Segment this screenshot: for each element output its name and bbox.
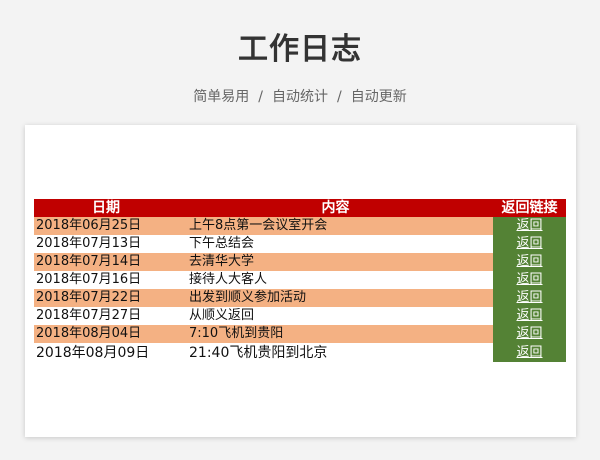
row-date: 2018年08月09日 bbox=[34, 343, 178, 362]
row-content: 去清华大学 bbox=[178, 253, 493, 271]
table-row: 2018年07月14日 去清华大学 返回 bbox=[34, 253, 566, 271]
log-card: 日期 内容 返回链接 2018年06月25日 上午8点第一会议室开会 返回 20… bbox=[25, 125, 576, 437]
return-link[interactable]: 返回 bbox=[516, 290, 542, 305]
row-link-cell: 返回 bbox=[493, 325, 566, 343]
row-date: 2018年07月22日 bbox=[34, 289, 178, 307]
row-link-cell: 返回 bbox=[493, 307, 566, 325]
log-table: 日期 内容 返回链接 2018年06月25日 上午8点第一会议室开会 返回 20… bbox=[34, 199, 566, 362]
table-row: 2018年07月16日 接待人大客人 返回 bbox=[34, 271, 566, 289]
row-date: 2018年07月13日 bbox=[34, 235, 178, 253]
page-subtitle: 简单易用 / 自动统计 / 自动更新 bbox=[0, 86, 600, 106]
return-link[interactable]: 返回 bbox=[516, 236, 542, 251]
column-header-content: 内容 bbox=[178, 199, 493, 217]
row-link-cell: 返回 bbox=[493, 235, 566, 253]
row-date: 2018年08月04日 bbox=[34, 325, 178, 343]
table-header-row: 日期 内容 返回链接 bbox=[34, 199, 566, 217]
row-content: 21:40飞机贵阳到北京 bbox=[178, 343, 493, 362]
table-row: 2018年08月09日 21:40飞机贵阳到北京 返回 bbox=[34, 343, 566, 362]
table-row: 2018年06月25日 上午8点第一会议室开会 返回 bbox=[34, 217, 566, 235]
table-row: 2018年07月27日 从顺义返回 返回 bbox=[34, 307, 566, 325]
row-date: 2018年07月16日 bbox=[34, 271, 178, 289]
row-link-cell: 返回 bbox=[493, 217, 566, 235]
return-link[interactable]: 返回 bbox=[516, 308, 542, 323]
return-link[interactable]: 返回 bbox=[516, 254, 542, 269]
subtitle-item-stats: 自动统计 bbox=[272, 89, 328, 105]
table-row: 2018年07月13日 下午总结会 返回 bbox=[34, 235, 566, 253]
subtitle-item-easy: 简单易用 bbox=[193, 89, 250, 105]
subtitle-separator: / bbox=[258, 89, 263, 105]
row-link-cell: 返回 bbox=[493, 343, 566, 362]
table-row: 2018年08月04日 7:10飞机到贵阳 返回 bbox=[34, 325, 566, 343]
row-date: 2018年07月14日 bbox=[34, 253, 178, 271]
return-link[interactable]: 返回 bbox=[516, 326, 542, 341]
subtitle-separator: / bbox=[337, 89, 342, 105]
return-link[interactable]: 返回 bbox=[516, 218, 542, 233]
row-link-cell: 返回 bbox=[493, 253, 566, 271]
row-date: 2018年07月27日 bbox=[34, 307, 178, 325]
return-link[interactable]: 返回 bbox=[516, 272, 542, 287]
subtitle-item-update: 自动更新 bbox=[350, 89, 407, 105]
column-header-date: 日期 bbox=[34, 199, 178, 217]
row-link-cell: 返回 bbox=[493, 289, 566, 307]
table-row: 2018年07月22日 出发到顺义参加活动 返回 bbox=[34, 289, 566, 307]
row-content: 7:10飞机到贵阳 bbox=[178, 325, 493, 343]
return-link[interactable]: 返回 bbox=[516, 345, 542, 360]
row-content: 上午8点第一会议室开会 bbox=[178, 217, 493, 235]
row-content: 出发到顺义参加活动 bbox=[178, 289, 493, 307]
row-date: 2018年06月25日 bbox=[34, 217, 178, 235]
row-content: 下午总结会 bbox=[178, 235, 493, 253]
row-content: 接待人大客人 bbox=[178, 271, 493, 289]
row-content: 从顺义返回 bbox=[178, 307, 493, 325]
page-title: 工作日志 bbox=[238, 32, 362, 67]
row-link-cell: 返回 bbox=[493, 271, 566, 289]
column-header-link: 返回链接 bbox=[493, 199, 566, 217]
